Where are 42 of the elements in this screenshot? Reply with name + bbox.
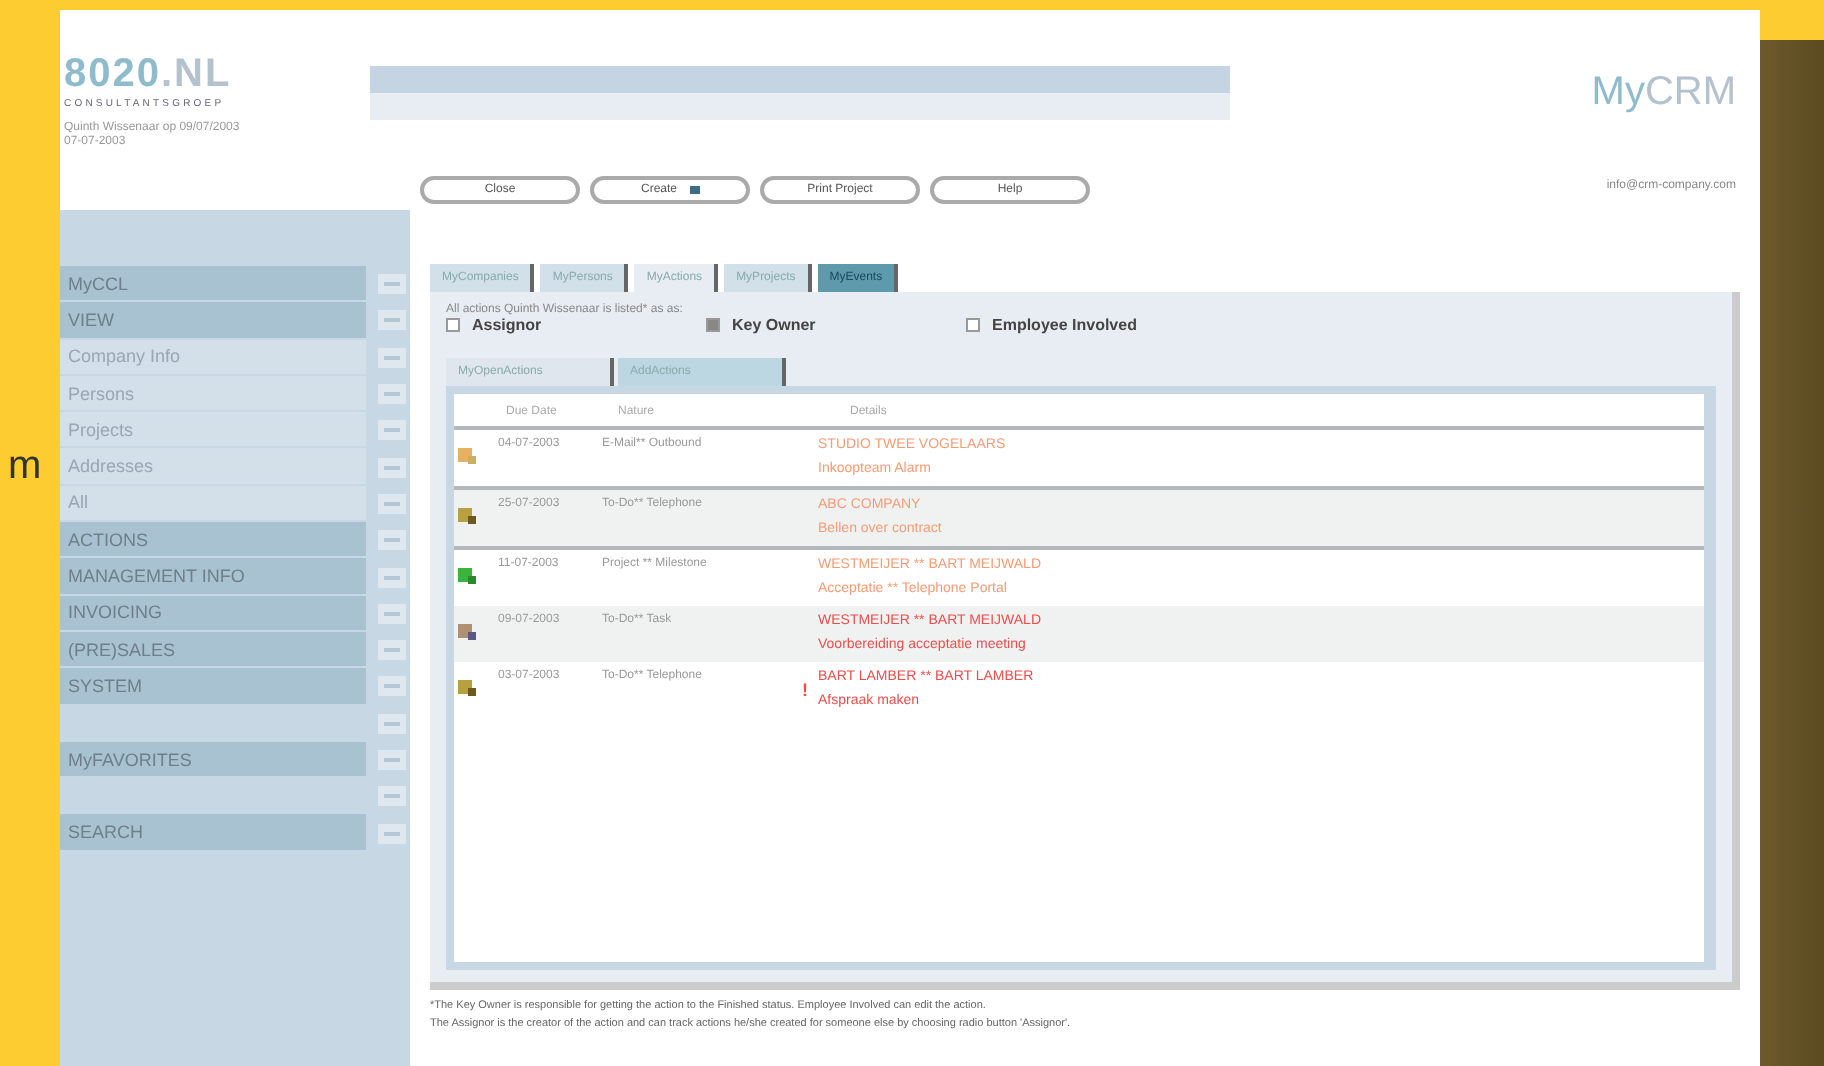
action-type-icon — [458, 568, 476, 584]
sidebar-button-icon[interactable] — [378, 384, 406, 405]
priority-mark: ! — [802, 680, 808, 700]
sidebar-section[interactable]: SEARCH — [60, 814, 366, 852]
sidebar-button-icon[interactable] — [378, 457, 406, 478]
sidebar-button-icon[interactable] — [378, 823, 406, 844]
sidebar-item[interactable]: Projects — [60, 412, 366, 449]
sidebar-button-icon[interactable] — [378, 274, 406, 295]
sidebar-button-icon[interactable] — [378, 713, 406, 734]
action-type-icon — [458, 448, 476, 464]
sidebar-button-icon[interactable] — [378, 603, 406, 624]
sidebar-item[interactable]: Addresses — [60, 448, 366, 486]
sidebar-button-icon[interactable] — [378, 750, 406, 770]
sidebar-section[interactable]: SYSTEM — [60, 668, 366, 706]
sidebar-item[interactable]: Company Info — [60, 339, 366, 376]
sidebar-button-icon[interactable] — [378, 420, 406, 441]
brand-logo: MyCRM — [1591, 70, 1736, 116]
sidebar-section[interactable]: MyFAVORITES — [60, 741, 366, 779]
radio-option[interactable]: Assignor — [446, 316, 706, 334]
action-type-icon — [458, 680, 476, 696]
sidebar-button-icon[interactable] — [378, 310, 406, 331]
action-type-icon — [458, 624, 476, 640]
sidebar-button-icon[interactable] — [378, 530, 406, 551]
sidebar-section[interactable]: (PRE)SALES — [60, 631, 366, 669]
sidebar-button-icon[interactable] — [378, 567, 406, 588]
sidebar-button-icon[interactable] — [378, 493, 406, 514]
sidebar-button-icon[interactable] — [378, 786, 406, 807]
sidebar-item[interactable]: Persons — [60, 375, 366, 413]
radio-option[interactable]: Key Owner — [706, 316, 966, 334]
logo: 8020.NL — [64, 54, 234, 94]
action-type-icon — [458, 508, 476, 524]
sidebar-button-icon[interactable] — [378, 640, 406, 661]
radio-option[interactable]: Employee Involved — [966, 316, 1366, 334]
sidebar-button-icon[interactable] — [378, 676, 406, 697]
sidebar-section[interactable]: INVOICING — [60, 595, 366, 632]
sidebar-section[interactable]: VIEW — [60, 302, 366, 340]
sidebar-section[interactable]: ACTIONS — [60, 522, 366, 559]
sidebar-item[interactable]: All — [60, 485, 366, 523]
sidebar-section[interactable]: MANAGEMENT INFO — [60, 558, 366, 596]
sidebar-section[interactable]: MyCCL — [60, 266, 366, 303]
text-fragment: m — [8, 444, 42, 490]
sidebar-button-icon[interactable] — [378, 347, 406, 368]
